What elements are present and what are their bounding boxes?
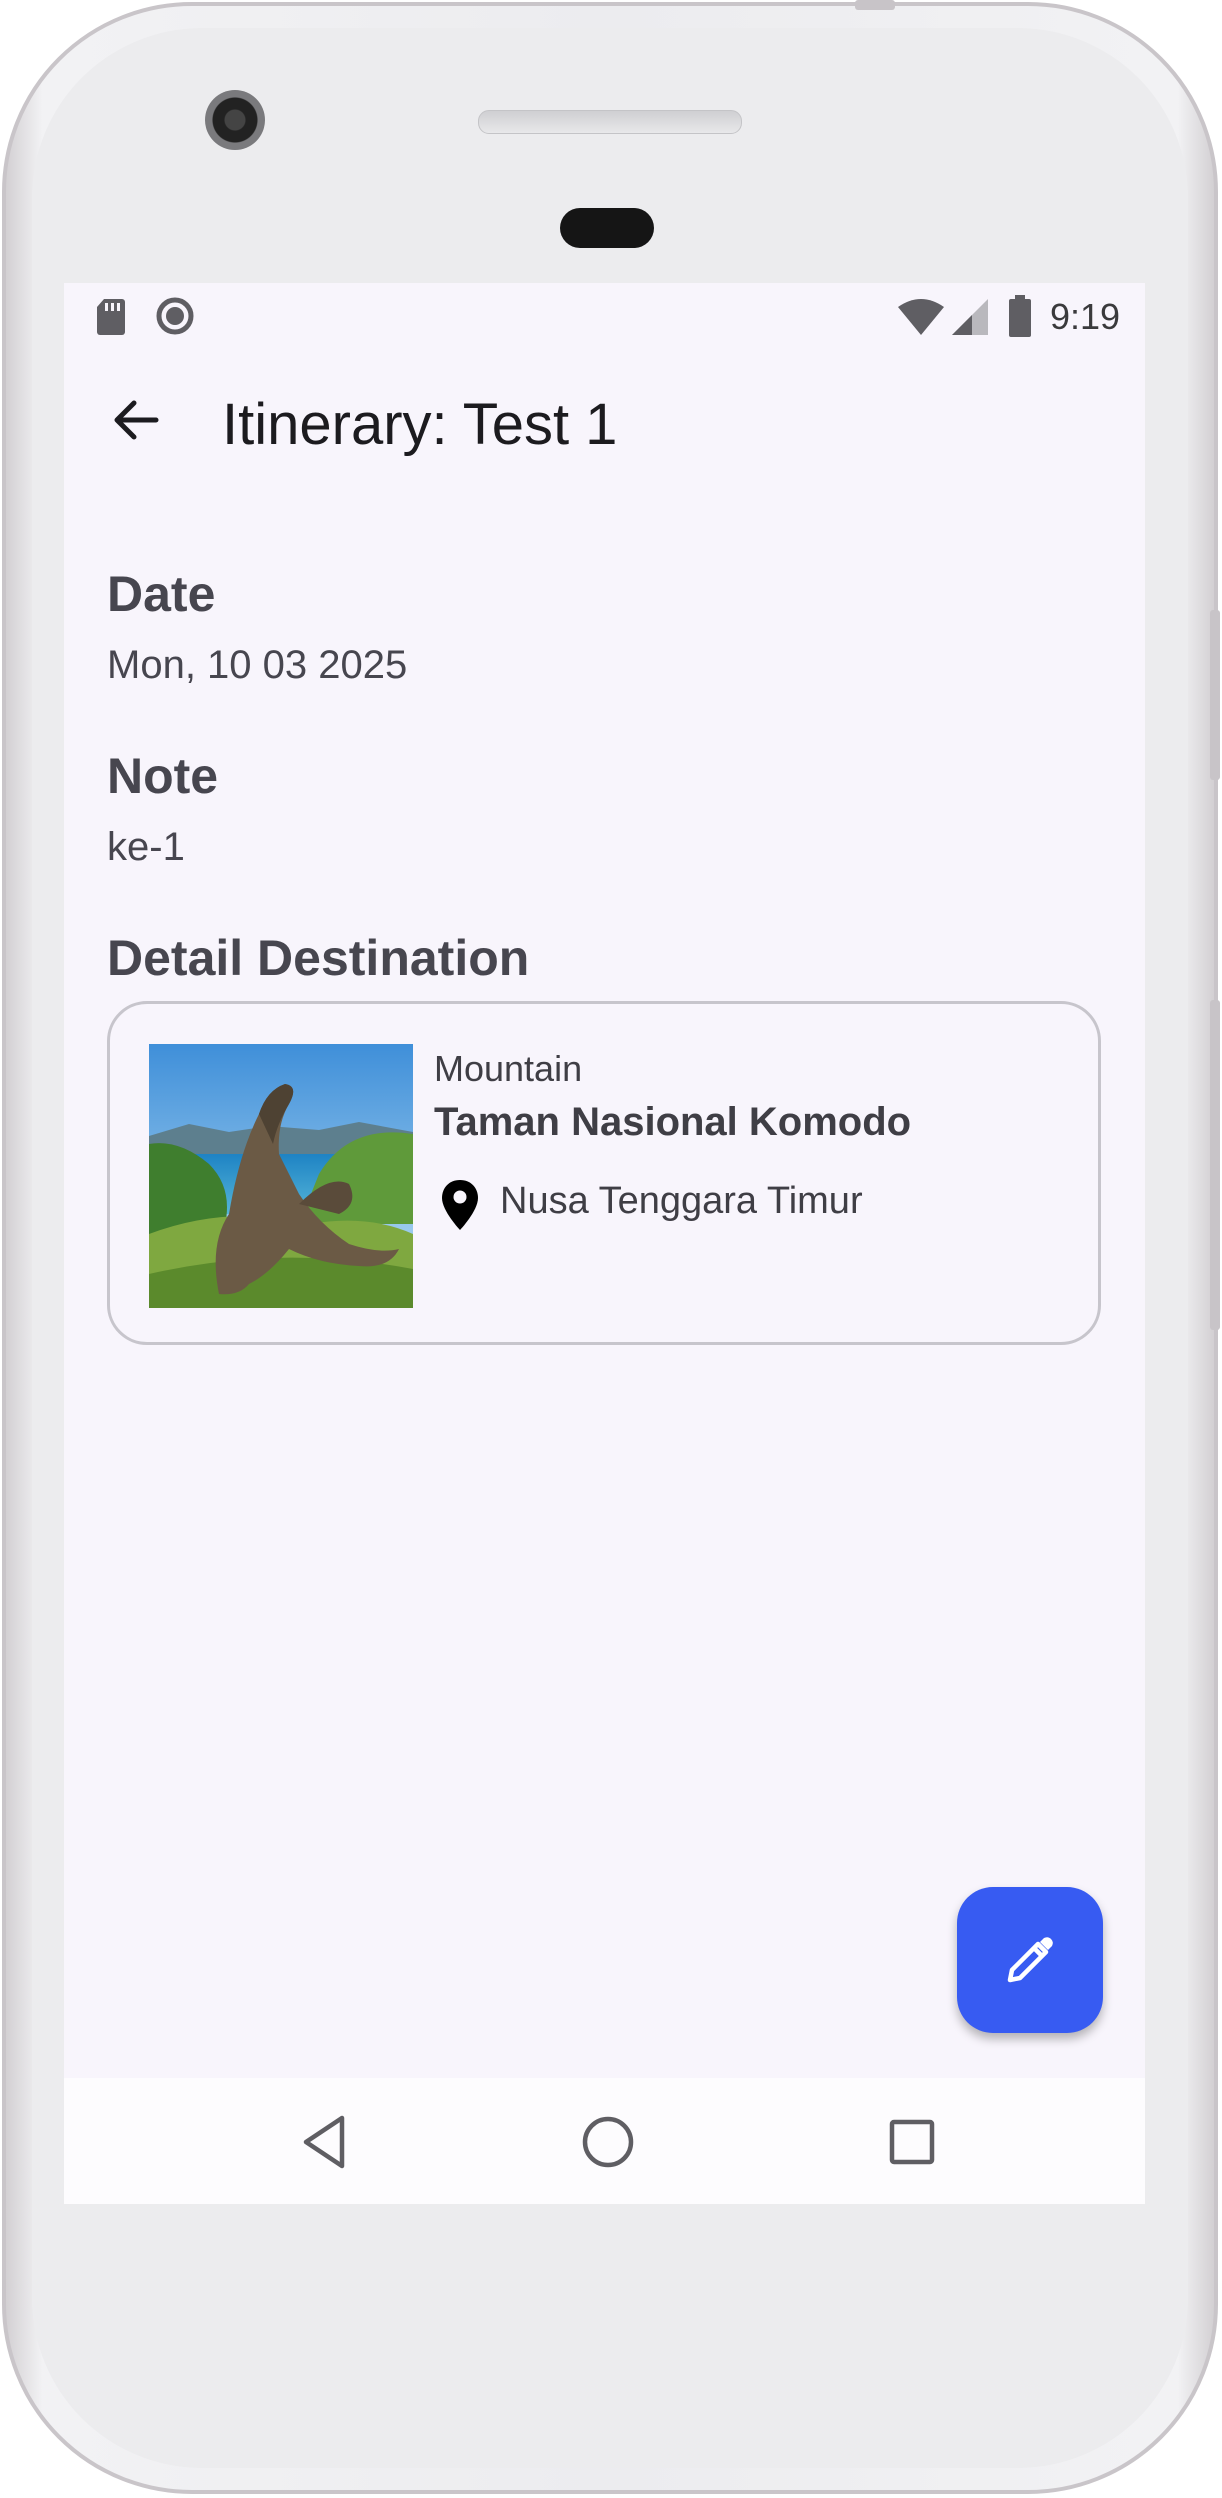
- destination-card[interactable]: Mountain Taman Nasional Komodo Nusa Teng…: [107, 1001, 1101, 1345]
- cellular-signal-icon: [952, 299, 988, 335]
- note-label: Note: [107, 748, 219, 804]
- earpiece-speaker: [478, 110, 742, 134]
- status-time: 9:19: [1050, 296, 1121, 337]
- square-recents-icon[interactable]: [882, 2112, 942, 2172]
- proximity-sensor: [560, 208, 654, 248]
- destination-location: Nusa Tenggara Timur: [500, 1180, 863, 1222]
- pencil-edit-icon: [1007, 1937, 1053, 1983]
- status-bar: 9:19: [64, 283, 1145, 351]
- top-app-bar: Itinerary: Test 1: [64, 351, 1145, 501]
- komodo-photo-image: [149, 1044, 413, 1308]
- date-value: Mon, 10 03 2025: [107, 643, 408, 687]
- edit-fab-button[interactable]: [957, 1887, 1103, 2033]
- wifi-icon: [898, 299, 944, 335]
- page-title: Itinerary: Test 1: [222, 392, 618, 457]
- battery-icon: [1009, 295, 1031, 337]
- arrow-back-icon[interactable]: [106, 391, 164, 449]
- location-pin-icon: [442, 1180, 478, 1230]
- destination-photo: [149, 1044, 413, 1308]
- circle-home-icon[interactable]: [578, 2112, 638, 2172]
- sync-circle-icon: [156, 297, 194, 335]
- triangle-back-icon[interactable]: [296, 2112, 356, 2172]
- destination-name: Taman Nasional Komodo: [434, 1100, 912, 1144]
- destination-category: Mountain: [434, 1048, 583, 1089]
- front-camera: [205, 90, 265, 150]
- top-edge-button: [855, 0, 895, 10]
- power-button: [1210, 1000, 1220, 1330]
- date-label: Date: [107, 566, 216, 622]
- note-value: ke-1: [107, 825, 185, 869]
- app-screen: 9:19 Itinerary: Test 1 Date Mon, 10 03 2…: [64, 283, 1145, 2204]
- detail-destination-label: Detail Destination: [107, 930, 530, 986]
- system-navigation-bar: [64, 2078, 1145, 2204]
- volume-button: [1210, 610, 1220, 780]
- sd-card-icon: [97, 299, 125, 335]
